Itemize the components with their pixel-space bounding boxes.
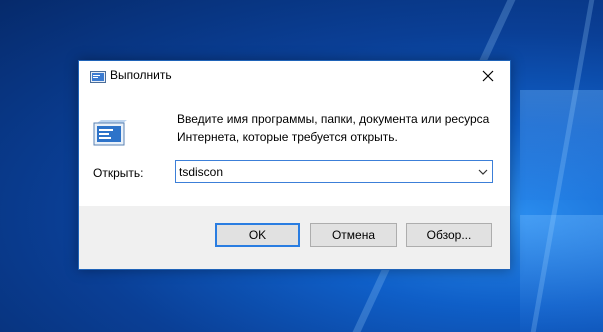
browse-button[interactable]: Обзор... — [406, 223, 492, 247]
window-title: Выполнить — [110, 68, 172, 82]
cancel-button[interactable]: Отмена — [310, 223, 397, 247]
dialog-description: Введите имя программы, папки, документа … — [177, 112, 490, 144]
open-label: Открыть: — [93, 166, 144, 180]
close-button[interactable] — [466, 61, 510, 91]
run-icon — [90, 69, 106, 83]
close-icon — [482, 67, 494, 86]
run-dialog: Выполнить Введите имя программы, папки, … — [78, 60, 511, 270]
chevron-down-icon[interactable] — [476, 164, 490, 179]
command-input[interactable] — [179, 163, 469, 180]
title-bar[interactable]: Выполнить — [79, 61, 510, 91]
wallpaper-pane — [520, 215, 603, 332]
run-large-icon — [93, 119, 127, 147]
ok-button[interactable]: OK — [215, 223, 300, 247]
command-combobox[interactable] — [175, 160, 493, 183]
